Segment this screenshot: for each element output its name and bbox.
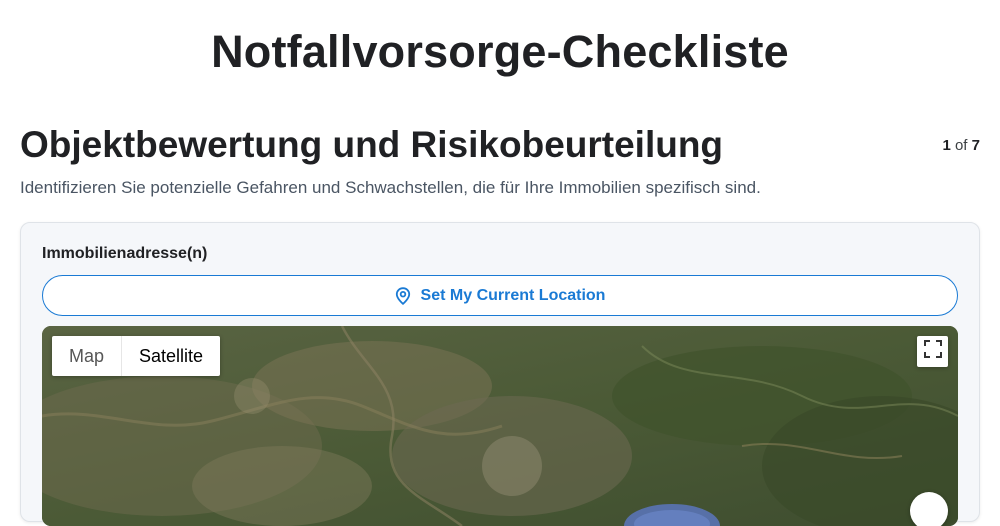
pager-separator: of: [954, 137, 968, 154]
section-title: Objektbewertung und Risikobeurteilung: [20, 124, 724, 165]
map-round-control[interactable]: [910, 492, 948, 526]
set-current-location-label: Set My Current Location: [420, 286, 606, 304]
map-pin-icon: [395, 286, 411, 305]
fullscreen-icon: [923, 340, 942, 363]
section-description: Identifizieren Sie potenzielle Gefahren …: [20, 178, 761, 197]
map-type-satellite[interactable]: Satellite: [121, 336, 220, 376]
set-current-location-button[interactable]: Set My Current Location: [42, 275, 958, 316]
address-label: Immobilienadresse(n): [42, 245, 208, 262]
pager-current: 1: [942, 137, 951, 154]
map-type-map[interactable]: Map: [52, 336, 121, 376]
pager-total: 7: [971, 137, 980, 154]
satellite-map[interactable]: Map Satellite: [42, 326, 958, 526]
fullscreen-button[interactable]: [917, 336, 948, 367]
address-card: Immobilienadresse(n) Set My Current Loca…: [20, 222, 980, 526]
map-type-control: Map Satellite: [52, 336, 221, 376]
step-pager: 1 of 7: [942, 137, 980, 154]
page-title: Notfallvorsorge-Checkliste: [211, 26, 789, 77]
